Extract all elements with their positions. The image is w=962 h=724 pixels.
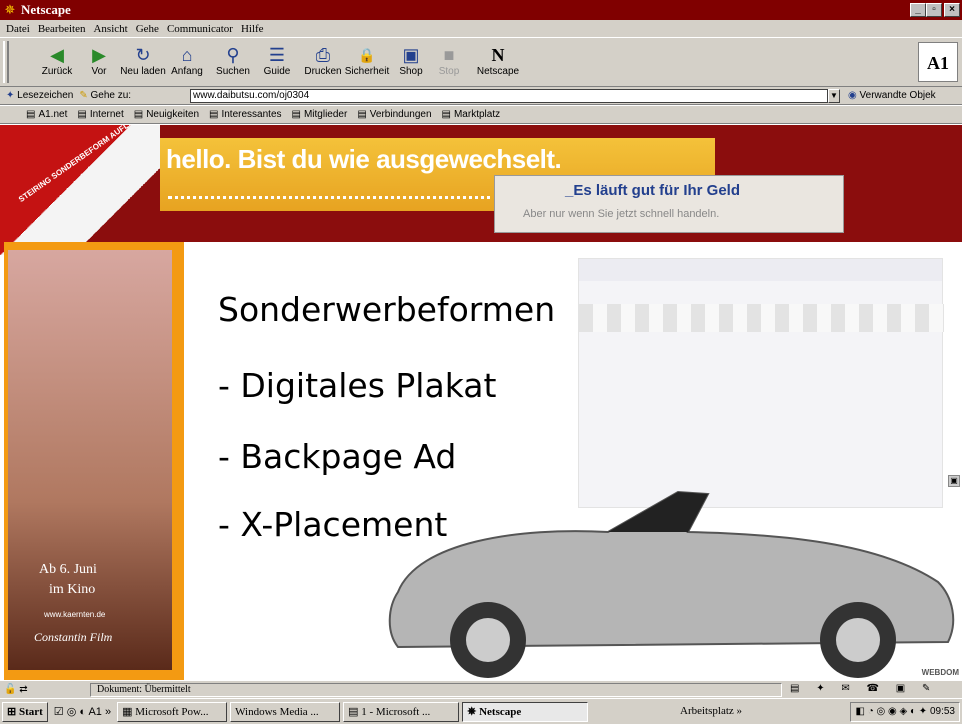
print-button[interactable]: ⎙ Drucken xyxy=(300,44,346,77)
faded-window-background xyxy=(578,258,944,508)
home-icon: ⌂ xyxy=(181,45,193,65)
tray-icons[interactable]: ◧ ◔ ◎ ◉ ◈ ◐ ✦ xyxy=(855,706,930,717)
reload-icon: ↻ xyxy=(135,45,151,65)
component-bar-icons[interactable]: ▤ ✦ ✉ ☎ ▣ ✎ xyxy=(790,683,930,694)
menu-gehe[interactable]: Gehe xyxy=(136,23,159,35)
banner-headline: hello. Bist du wie ausgewechselt. xyxy=(166,144,562,174)
start-button[interactable]: ⊞ Start xyxy=(2,701,48,722)
menu-bearbeiten[interactable]: Bearbeiten xyxy=(38,23,86,35)
personal-link-mitglieder[interactable]: Mitglieder xyxy=(292,109,347,120)
page-content: hello. Bist du wie ausgewechselt. _Es lä… xyxy=(0,125,962,680)
search-icon: ⚲ xyxy=(226,45,240,65)
window-title: Netscape xyxy=(21,2,71,17)
personal-link-interessantes[interactable]: Interessantes xyxy=(209,109,281,120)
forward-arrow-icon: ▶ xyxy=(92,45,106,65)
task-windows-media[interactable]: Windows Media ... xyxy=(230,701,341,722)
faded-film-strip xyxy=(579,304,944,332)
a1-logo: A1 xyxy=(918,42,958,82)
system-tray: ◧ ◔ ◎ ◉ ◈ ◐ ✦ 09:53 xyxy=(850,702,960,722)
stop-button[interactable]: ■ Stop xyxy=(426,44,472,77)
minimize-button[interactable]: _ xyxy=(910,3,926,17)
menu-communicator[interactable]: Communicator xyxy=(167,23,233,35)
netscape-icon: N xyxy=(491,45,505,65)
personal-link-neuigkeiten[interactable]: Neuigkeiten xyxy=(134,109,199,120)
bookmarks-button[interactable]: ✦ Lesezeichen xyxy=(6,90,73,101)
menu-ansicht[interactable]: Ansicht xyxy=(93,23,127,35)
banner-box-title: _Es läuft gut für Ihr Geld xyxy=(565,182,741,199)
clock: 09:53 xyxy=(929,706,955,717)
guide-icon: ☰ xyxy=(268,45,286,65)
page-curl-ad[interactable]: STEIRING SONDERBEFORM AUFLAGE xyxy=(0,125,160,255)
banner-box-subtitle: Aber nur wenn Sie jetzt schnell handeln. xyxy=(523,208,720,220)
slide-title: Sonderwerbeformen xyxy=(218,290,556,329)
curl-ad-text: STEIRING SONDERBEFORM AUFLAGE xyxy=(16,125,145,205)
personal-link-internet[interactable]: Internet xyxy=(77,109,124,120)
slide-item-1: - Digitales Plakat xyxy=(218,366,497,405)
url-dropdown-button[interactable]: ▼ xyxy=(828,89,840,103)
netscape-app-icon: ✵ xyxy=(4,2,16,17)
home-button[interactable]: ⌂ Anfang xyxy=(164,44,210,77)
windows-taskbar: ⊞ Start ☑ ◎ ◐ A1 » ▦ Microsoft Pow... Wi… xyxy=(0,698,962,724)
corner-logo: WEBDOM xyxy=(921,668,959,677)
personal-toolbar: A1.net Internet Neuigkeiten Interessante… xyxy=(0,106,962,124)
banner-divider xyxy=(168,196,498,202)
personal-link-verbindungen[interactable]: Verbindungen xyxy=(357,109,432,120)
powerpoint-icon: ▦ xyxy=(122,705,136,718)
location-bar: ✦ Lesezeichen ✎ Gehe zu: www.daibutsu.co… xyxy=(0,87,962,105)
slide-item-2: - Backpage Ad xyxy=(218,437,457,476)
status-text: Dokument: Übermittelt xyxy=(90,683,782,697)
task-microsoft-word[interactable]: ▤ 1 - Microsoft ... xyxy=(343,701,460,722)
status-security-icon[interactable]: 🔓 ⇄ xyxy=(0,684,90,695)
poster-cinema: im Kino xyxy=(49,582,96,597)
quick-launch-icons: ☑ ◎ ◐ xyxy=(53,706,89,718)
toolbar-grip[interactable] xyxy=(3,41,9,83)
word-icon: ▤ xyxy=(348,705,362,718)
poster-signature: Constantin Film xyxy=(34,630,113,644)
globe-icon: ◉ xyxy=(848,90,857,101)
close-button[interactable]: × xyxy=(944,3,960,17)
reload-button[interactable]: ↻ Neu laden xyxy=(120,44,166,77)
poster-date: Ab 6. Juni xyxy=(39,562,97,577)
search-button[interactable]: ⚲ Suchen xyxy=(210,44,256,77)
faded-window-header xyxy=(579,259,942,281)
scroll-icon[interactable]: ▣ xyxy=(948,475,960,487)
forward-button[interactable]: ▶ Vor xyxy=(76,44,122,77)
stop-icon: ■ xyxy=(443,45,455,65)
movie-poster-ad[interactable]: Ab 6. Juni im Kino www.kaernten.de Const… xyxy=(4,242,184,680)
back-button[interactable]: ◀ Zurück xyxy=(34,44,80,77)
lock-icon: 🔒 xyxy=(358,47,376,63)
maximize-button[interactable]: ▫ xyxy=(926,3,942,17)
goto-label: ✎ Gehe zu: xyxy=(79,90,132,101)
netscape-button[interactable]: N Netscape xyxy=(468,44,528,77)
title-bar: ✵ Netscape _ ▫ × xyxy=(0,0,962,20)
banner-box-ad[interactable]: _Es läuft gut für Ihr Geld Aber nur wenn… xyxy=(494,175,844,233)
location-icon: ✎ xyxy=(79,90,88,101)
url-input[interactable]: www.daibutsu.com/oj0304 xyxy=(190,89,828,103)
security-button[interactable]: 🔒 Sicherheit xyxy=(344,44,390,77)
convertible-car-image[interactable] xyxy=(378,472,962,680)
navigation-toolbar: ◀ Zurück ▶ Vor ↻ Neu laden ⌂ Anfang ⚲ Suchen … xyxy=(0,37,962,87)
personal-link-marktplatz[interactable]: Marktplatz xyxy=(442,109,500,120)
netscape-task-icon: ✵ xyxy=(467,705,480,718)
quick-launch[interactable]: ☑ ◎ ◐ A1 » xyxy=(54,705,111,718)
print-icon: ⎙ xyxy=(315,45,331,65)
status-bar: 🔓 ⇄ Dokument: Übermittelt ▤ ✦ ✉ ☎ ▣ ✎ xyxy=(0,680,962,698)
personal-link-a1net[interactable]: A1.net xyxy=(26,109,67,120)
bookmark-icon: ✦ xyxy=(6,90,15,101)
poster-image xyxy=(8,250,172,670)
menu-hilfe[interactable]: Hilfe xyxy=(241,23,264,35)
menu-datei[interactable]: Datei xyxy=(6,23,30,35)
back-arrow-icon: ◀ xyxy=(50,45,64,65)
task-netscape[interactable]: ✵ Netscape xyxy=(462,701,589,722)
menu-bar: Datei Bearbeiten Ansicht Gehe Communicat… xyxy=(0,20,962,37)
tray-toolbar-label[interactable]: Arbeitsplatz » xyxy=(680,705,742,717)
related-links-button[interactable]: ◉ Verwandte Objek xyxy=(848,90,936,101)
windows-logo-icon: ⊞ xyxy=(7,705,17,718)
task-powerpoint[interactable]: ▦ Microsoft Pow... xyxy=(117,701,228,722)
window-controls: _ ▫ × xyxy=(910,3,960,17)
guide-button[interactable]: ☰ Guide xyxy=(254,44,300,77)
poster-url: www.kaernten.de xyxy=(44,610,106,619)
